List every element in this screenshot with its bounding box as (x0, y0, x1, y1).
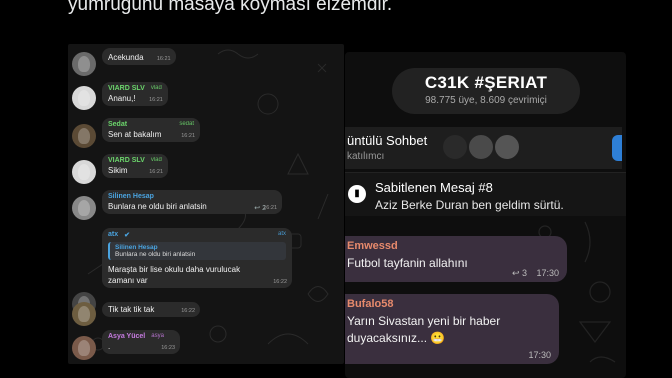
group-header[interactable]: C31K #ŞERIAT 98.775 üye, 8.609 çevrimiçi (392, 68, 580, 114)
video-chat-participants: katılımcı (347, 151, 385, 162)
pin-icon: ▮ (348, 185, 366, 203)
avatar[interactable] (72, 52, 96, 76)
list-item[interactable]: Acekunda 16:21 (68, 48, 176, 76)
verified-badge-icon: ✔ (124, 232, 130, 239)
sender-name: Bufalo58 (347, 298, 394, 310)
list-item[interactable]: VIARD SLV vlad Ananu,! 16:21 (68, 82, 168, 110)
reply-quote[interactable]: Silinen Hesap Bunlara ne oldu biri anlat… (108, 242, 286, 260)
video-chat-banner[interactable]: üntülü Sohbet katılımcı (345, 127, 622, 169)
pinned-title: Sabitlenen Mesaj #8 (375, 180, 493, 195)
sender-name: atx (108, 231, 119, 238)
sender-name: Asya Yücel (108, 333, 146, 340)
video-chat-title: üntülü Sohbet (347, 133, 428, 148)
sender-name: VIARD SLV (108, 157, 145, 164)
grimace-emoji-icon: 😬 (430, 331, 446, 345)
avatar (467, 133, 495, 161)
group-title: C31K #ŞERIAT (424, 73, 548, 92)
avatar[interactable] (72, 86, 96, 110)
pinned-message-bar[interactable]: ▮ Sabitlenen Mesaj #8 Aziz Berke Duran b… (345, 172, 626, 216)
avatar[interactable] (72, 196, 96, 220)
group-member-count: 98.775 üye, 8.609 çevrimiçi (425, 95, 547, 106)
tweet-caption: yumruğunu masaya koyması elzemdir. (68, 0, 393, 15)
sender-name: Silinen Hesap (108, 193, 154, 200)
avatar[interactable] (72, 160, 96, 184)
list-item[interactable]: Silinen Hesap Bunlara ne oldu biri anlat… (68, 190, 282, 220)
sender-role: vlad (150, 85, 162, 91)
list-item[interactable]: Asya Yücel asya . 16:23 (68, 330, 180, 360)
join-button[interactable] (612, 135, 622, 161)
list-item[interactable]: VIARD SLV vlad Sikim 16:21 (68, 154, 168, 184)
sender-role: sedat (179, 121, 194, 127)
avatar[interactable] (72, 336, 96, 360)
left-chat-screenshot: Acekunda 16:21 VIARD SLV vlad Ananu,! 16:… (68, 44, 344, 364)
list-item[interactable]: Bufalo58 Yarın Sivastan yeni bir haber d… (345, 294, 559, 364)
sender-role: atx (277, 231, 286, 237)
forward-icon[interactable]: ↩ 3 (512, 268, 527, 279)
avatar[interactable] (72, 302, 96, 326)
right-chat-screenshot: C31K #ŞERIAT 98.775 üye, 8.609 çevrimiçi… (345, 52, 626, 378)
avatar (441, 133, 469, 161)
sender-role: asya (151, 333, 164, 339)
pinned-text: Aziz Berke Duran ben geldim sürtü. (375, 198, 564, 212)
sender-name: Sedat (108, 121, 128, 128)
sender-role: vlad (150, 157, 162, 163)
sender-name: VIARD SLV (108, 85, 145, 92)
list-item[interactable]: Tik tak tik tak 16:22 (68, 302, 200, 326)
list-item[interactable]: Emwessd Futbol tayfanin allahını ↩ 3 17:… (345, 236, 567, 282)
avatar[interactable] (72, 124, 96, 148)
list-item[interactable]: Sedat sedat Sen at bakalım 16:21 (68, 118, 200, 148)
sender-name: Emwessd (347, 240, 398, 252)
avatar (493, 133, 521, 161)
